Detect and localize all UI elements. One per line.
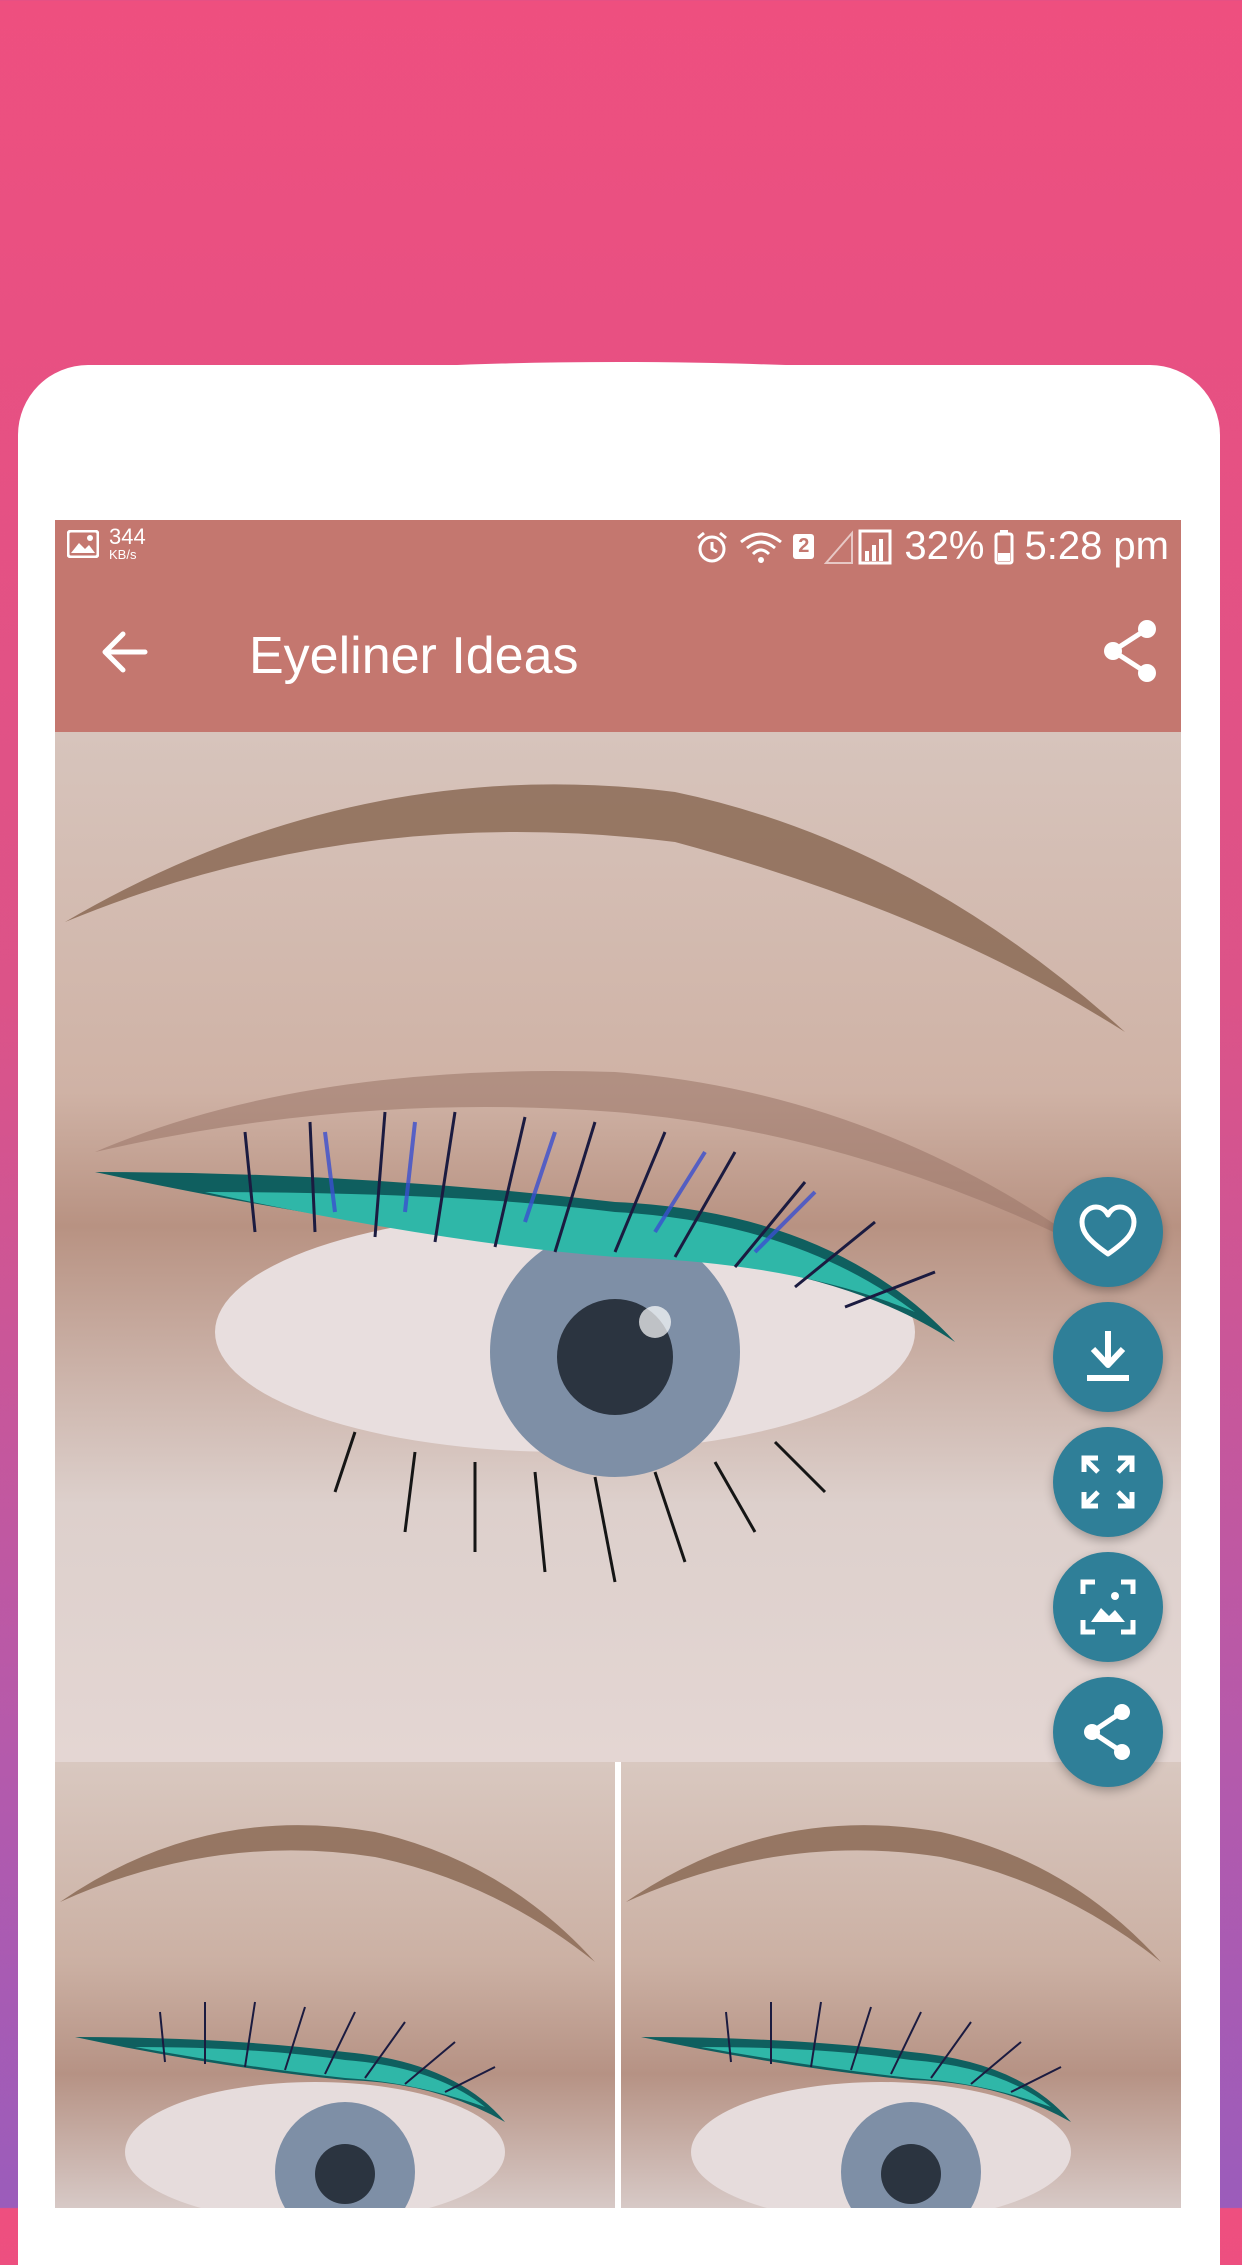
back-button[interactable] (95, 622, 155, 682)
status-bar: 344 KB/s 2 32% 5:28 pm (55, 520, 1181, 572)
network-speed-value: 344 (109, 524, 146, 549)
app-screen: 344 KB/s 2 32% 5:28 pm Eyeliner Ideas (55, 520, 1181, 2208)
sim-slot-badge: 2 (793, 534, 815, 559)
download-icon (1087, 1331, 1129, 1381)
signal-icon (824, 529, 894, 565)
page-title: Eyeliner Ideas (249, 627, 579, 685)
network-speed: 344 KB/s (109, 524, 146, 562)
download-button[interactable] (1053, 1302, 1163, 1412)
share-icon (1104, 620, 1156, 682)
wifi-icon (739, 530, 783, 564)
wallpaper-thumbnail[interactable] (55, 1762, 615, 2208)
status-left: 344 KB/s (67, 526, 146, 561)
fullscreen-icon (1081, 1455, 1135, 1509)
clock: 5:28 pm (1024, 524, 1169, 568)
favorite-button[interactable] (1053, 1177, 1163, 1287)
app-bar: Eyeliner Ideas (55, 572, 1181, 732)
arrow-left-icon (102, 631, 148, 673)
status-right: 2 32% 5:28 pm (695, 524, 1169, 569)
fullscreen-button[interactable] (1053, 1427, 1163, 1537)
battery-percent: 32% (904, 524, 985, 568)
network-speed-unit: KB/s (109, 547, 137, 562)
share-button[interactable] (1101, 616, 1161, 686)
wallpaper-thumbnail[interactable] (621, 1762, 1181, 2208)
set-wallpaper-button[interactable] (1053, 1552, 1163, 1662)
heart-icon (1079, 1204, 1137, 1257)
battery-icon (994, 529, 1014, 565)
share-fab-button[interactable] (1053, 1677, 1163, 1787)
set-wallpaper-icon (1080, 1579, 1136, 1635)
gallery-icon (67, 529, 99, 558)
alarm-icon (695, 530, 729, 564)
main-wallpaper-image[interactable] (55, 732, 1181, 1762)
share-icon (1084, 1704, 1130, 1760)
